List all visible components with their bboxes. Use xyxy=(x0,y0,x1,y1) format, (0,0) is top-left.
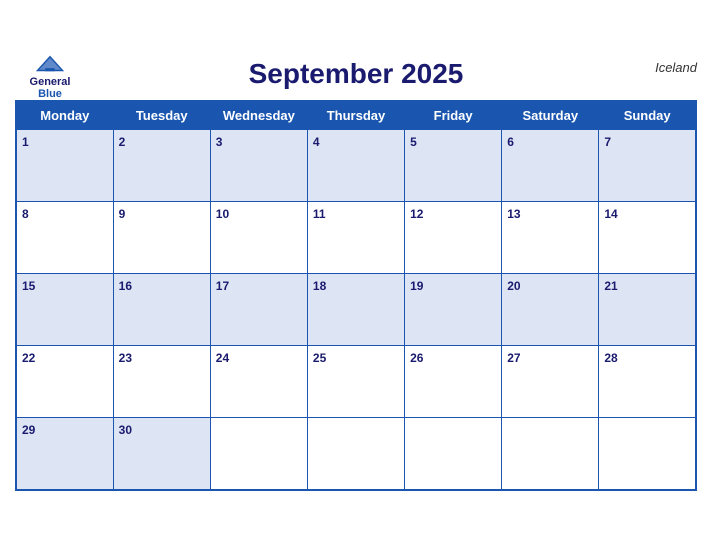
day-cell xyxy=(502,418,599,490)
day-number: 7 xyxy=(604,135,611,149)
day-number: 10 xyxy=(216,207,229,221)
week-row-2: 8 9 10 11 12 13 14 xyxy=(16,202,696,274)
calendar-body: 1234567891011121314151617181920212223242… xyxy=(16,130,696,490)
day-cell: 9 xyxy=(113,202,210,274)
calendar-title: September 2025 xyxy=(249,58,464,90)
day-cell: 4 xyxy=(307,130,404,202)
week-row-1: 1 2 3 4 5 6 7 xyxy=(16,130,696,202)
day-number: 27 xyxy=(507,351,520,365)
day-number: 1 xyxy=(22,135,29,149)
week-row-4: 22 23 24 25 26 27 28 xyxy=(16,346,696,418)
header-monday: Monday xyxy=(16,101,113,130)
day-cell: 16 xyxy=(113,274,210,346)
day-cell xyxy=(210,418,307,490)
day-cell: 5 xyxy=(405,130,502,202)
header-tuesday: Tuesday xyxy=(113,101,210,130)
week-row-5: 29 30 xyxy=(16,418,696,490)
day-cell: 3 xyxy=(210,130,307,202)
day-number: 23 xyxy=(119,351,132,365)
day-cell xyxy=(307,418,404,490)
day-number: 13 xyxy=(507,207,520,221)
day-number: 12 xyxy=(410,207,423,221)
day-cell: 1 xyxy=(16,130,113,202)
day-cell: 26 xyxy=(405,346,502,418)
day-number: 18 xyxy=(313,279,326,293)
day-cell: 17 xyxy=(210,274,307,346)
day-cell: 20 xyxy=(502,274,599,346)
day-cell: 27 xyxy=(502,346,599,418)
day-cell: 12 xyxy=(405,202,502,274)
day-number: 6 xyxy=(507,135,514,149)
day-cell: 8 xyxy=(16,202,113,274)
day-cell xyxy=(599,418,696,490)
day-number: 4 xyxy=(313,135,320,149)
day-number: 22 xyxy=(22,351,35,365)
day-cell xyxy=(405,418,502,490)
day-cell: 23 xyxy=(113,346,210,418)
day-number: 21 xyxy=(604,279,617,293)
logo-area: General Blue xyxy=(15,54,85,100)
day-number: 9 xyxy=(119,207,126,221)
day-number: 16 xyxy=(119,279,132,293)
day-cell: 13 xyxy=(502,202,599,274)
day-cell: 14 xyxy=(599,202,696,274)
calendar-table: Monday Tuesday Wednesday Thursday Friday… xyxy=(15,100,697,491)
day-cell: 21 xyxy=(599,274,696,346)
day-number: 17 xyxy=(216,279,229,293)
day-number: 2 xyxy=(119,135,126,149)
day-cell: 10 xyxy=(210,202,307,274)
header-friday: Friday xyxy=(405,101,502,130)
day-number: 25 xyxy=(313,351,326,365)
day-number: 20 xyxy=(507,279,520,293)
day-number: 8 xyxy=(22,207,29,221)
calendar-header: General Blue September 2025 Iceland xyxy=(15,54,697,94)
country-label: Iceland xyxy=(655,60,697,75)
weekday-header-row: Monday Tuesday Wednesday Thursday Friday… xyxy=(16,101,696,130)
day-number: 5 xyxy=(410,135,417,149)
day-cell: 7 xyxy=(599,130,696,202)
header-thursday: Thursday xyxy=(307,101,404,130)
logo-general: General xyxy=(30,76,71,88)
day-number: 19 xyxy=(410,279,423,293)
day-number: 3 xyxy=(216,135,223,149)
day-cell: 6 xyxy=(502,130,599,202)
header-sunday: Sunday xyxy=(599,101,696,130)
day-cell: 18 xyxy=(307,274,404,346)
header-saturday: Saturday xyxy=(502,101,599,130)
day-cell: 29 xyxy=(16,418,113,490)
day-number: 24 xyxy=(216,351,229,365)
day-cell: 19 xyxy=(405,274,502,346)
day-cell: 22 xyxy=(16,346,113,418)
header-wednesday: Wednesday xyxy=(210,101,307,130)
day-cell: 25 xyxy=(307,346,404,418)
logo-icon xyxy=(34,54,66,76)
day-cell: 15 xyxy=(16,274,113,346)
day-number: 15 xyxy=(22,279,35,293)
day-cell: 28 xyxy=(599,346,696,418)
day-cell: 2 xyxy=(113,130,210,202)
day-number: 11 xyxy=(313,207,326,221)
day-number: 26 xyxy=(410,351,423,365)
day-number: 29 xyxy=(22,423,35,437)
week-row-3: 15 16 17 18 19 20 21 xyxy=(16,274,696,346)
logo-blue: Blue xyxy=(38,88,62,100)
day-number: 14 xyxy=(604,207,617,221)
day-cell: 24 xyxy=(210,346,307,418)
calendar-wrapper: General Blue September 2025 Iceland Mond… xyxy=(0,44,712,506)
day-cell: 11 xyxy=(307,202,404,274)
day-number: 30 xyxy=(119,423,132,437)
day-cell: 30 xyxy=(113,418,210,490)
day-number: 28 xyxy=(604,351,617,365)
